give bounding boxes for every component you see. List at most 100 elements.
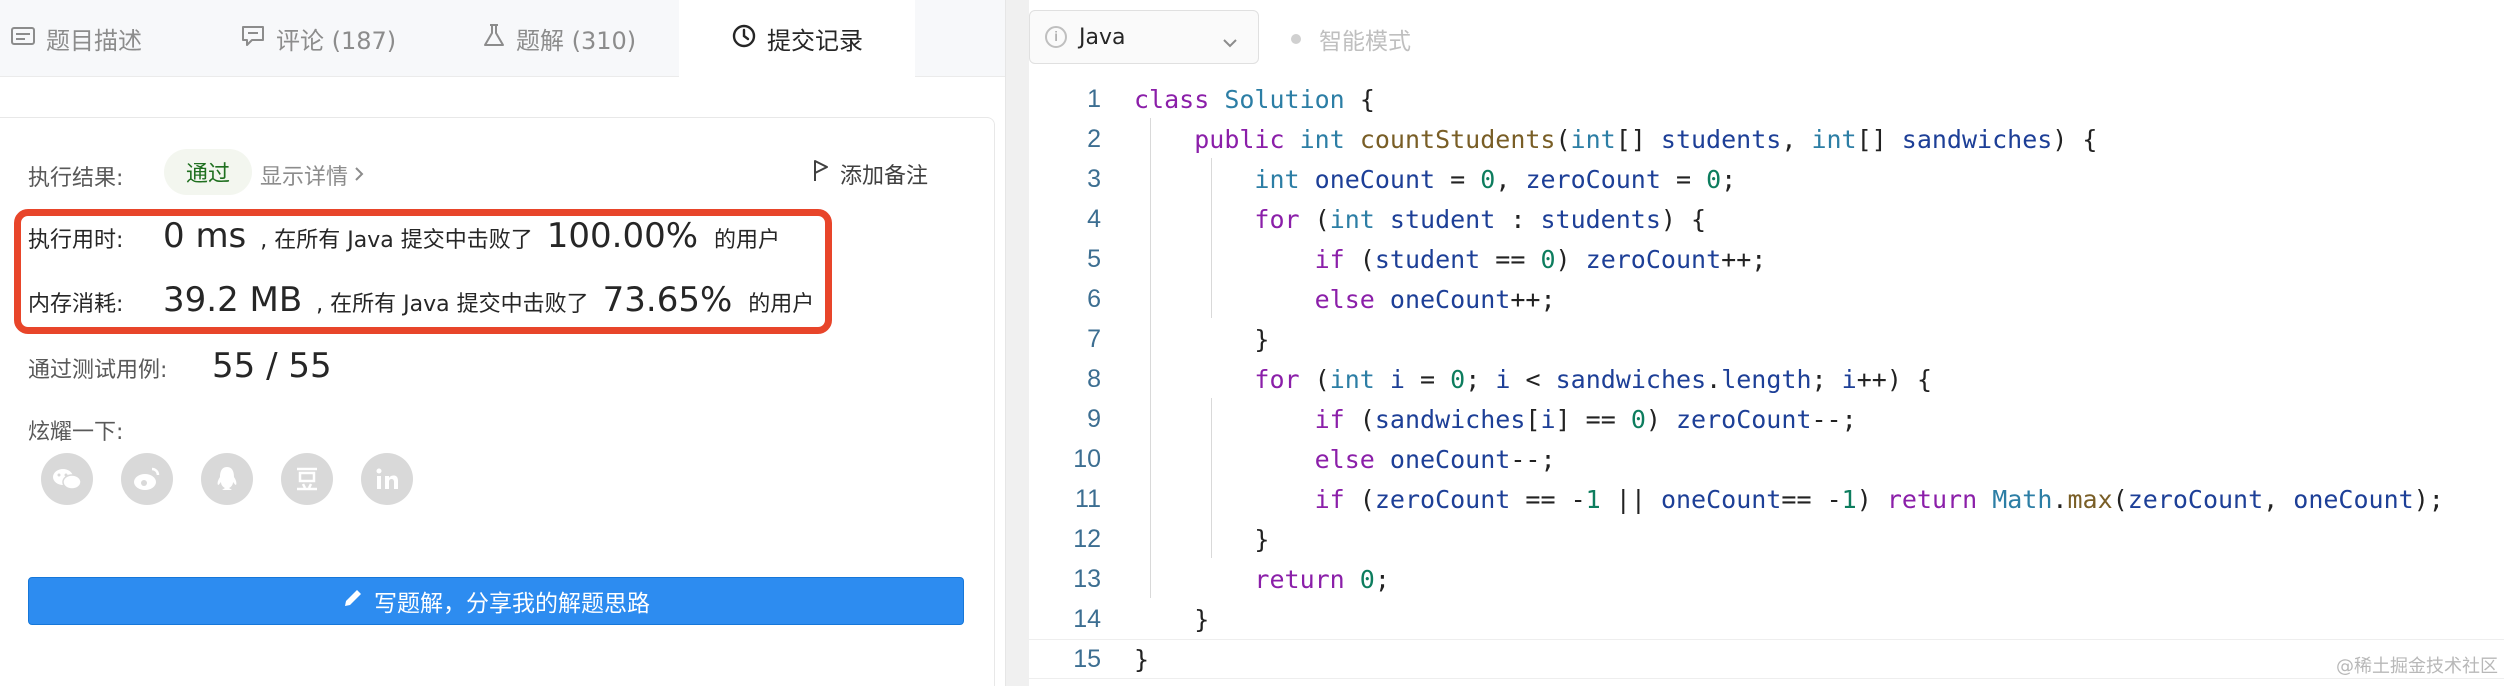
code-line: 11 if (zeroCount == -1 || oneCount== -1)… (1029, 479, 2504, 519)
share-label: 炫耀一下: (28, 420, 124, 445)
flask-icon (482, 23, 516, 55)
info-icon: i (1045, 26, 1067, 48)
wechat-icon[interactable] (41, 453, 93, 505)
code-line: 14 } (1029, 599, 2504, 639)
tests-label: 通过测试用例: (28, 358, 168, 383)
code-text: } (1254, 324, 1270, 354)
tab-comments[interactable]: 评论 (187) (240, 0, 396, 77)
code-line: 9 if (sandwiches[i] == 0) zeroCount--; (1029, 399, 2504, 439)
memory-value: 39.2 MB (163, 280, 303, 320)
code-text: } (1254, 524, 1270, 554)
weibo-icon[interactable] (121, 453, 173, 505)
code-line: 8 for (int i = 0; i < sandwiches.length;… (1029, 359, 2504, 399)
line-number: 14 (1073, 604, 1101, 633)
tab-bar: 题目描述 评论 (187) 题解 (310) 提交记录 (0, 0, 1005, 78)
details-link-label: 显示详情 (260, 165, 349, 190)
code-text: } (1134, 644, 1150, 674)
write-solution-button[interactable]: 写题解，分享我的解题思路 (28, 577, 964, 625)
code-line: 7 } (1029, 319, 2504, 359)
indent-guide (1150, 118, 1151, 598)
code-line: 4 for (int student : students) { (1029, 199, 2504, 239)
tab-label: 题解 (310) (516, 27, 637, 55)
code-text: public int countStudents(int[] students,… (1194, 124, 2098, 154)
code-area[interactable]: 1 class Solution { 2 public int countStude… (1029, 78, 2504, 686)
runtime-label: 执行用时: (28, 228, 124, 253)
line-number: 11 (1075, 484, 1101, 513)
code-text: if (sandwiches[i] == 0) zeroCount--; (1314, 404, 1857, 434)
code-text: if (student == 0) zeroCount++; (1314, 244, 1767, 274)
memory-label: 内存消耗: (28, 292, 124, 317)
tab-label: 评论 (187) (276, 27, 397, 55)
indent-guide (1211, 398, 1212, 558)
line-number: 6 (1087, 284, 1101, 313)
flag-icon (812, 159, 840, 189)
runtime-text: , 在所有 Java 提交中击败了 (260, 228, 533, 253)
memory-percent: 73.65% (602, 280, 733, 320)
tests-value: 55 / 55 (212, 346, 332, 386)
runtime-percent: 100.00% (546, 216, 699, 256)
add-note-button[interactable]: 添加备注 (812, 158, 928, 190)
line-number: 9 (1087, 404, 1101, 433)
line-number: 5 (1087, 244, 1101, 273)
share-icons (41, 453, 441, 505)
line-number: 1 (1087, 84, 1101, 113)
tab-label: 题目描述 (46, 27, 142, 55)
chevron-down-icon (1222, 29, 1238, 54)
runtime-suffix: 的用户 (714, 228, 781, 253)
code-line: 2 public int countStudents(int[] student… (1029, 119, 2504, 159)
tab-submissions[interactable]: 提交记录 (679, 0, 915, 78)
write-solution-label: 写题解，分享我的解题思路 (374, 591, 650, 617)
qq-icon[interactable] (201, 453, 253, 505)
runtime-row: 执行用时: 0 ms , 在所有 Java 提交中击败了 100.00% 的用户 (28, 216, 794, 256)
tests-row: 通过测试用例: 55 / 55 (28, 346, 332, 386)
show-details-link[interactable]: 显示详情 (260, 159, 364, 191)
line-number: 15 (1073, 644, 1101, 673)
runtime-value: 0 ms (163, 216, 247, 256)
code-line: 3 int oneCount = 0, zeroCount = 0; (1029, 159, 2504, 199)
code-text: } (1194, 604, 1210, 634)
linkedin-icon[interactable] (361, 453, 413, 505)
status-dot-icon (1291, 34, 1301, 44)
panel-resize-handle[interactable] (1005, 0, 1029, 686)
tab-solutions[interactable]: 题解 (310) (482, 0, 636, 77)
language-value: Java (1079, 24, 1126, 50)
memory-text: , 在所有 Java 提交中击败了 (316, 292, 589, 317)
code-line: 1 class Solution { (1029, 79, 2504, 119)
code-line: 15} (1029, 639, 2504, 679)
line-number: 8 (1087, 364, 1101, 393)
comment-icon (240, 24, 276, 54)
code-editor-panel: i Java 智能模式 1 class Solution { 2 public in… (1029, 0, 2504, 686)
pencil-icon (342, 587, 374, 615)
chevron-right-icon (354, 163, 364, 188)
clock-icon (731, 23, 767, 55)
line-number: 3 (1087, 164, 1101, 193)
code-text: for (int student : students) { (1254, 204, 1707, 234)
code-line: 12 } (1029, 519, 2504, 559)
line-number: 2 (1087, 124, 1101, 153)
language-select[interactable]: i Java (1029, 10, 1259, 64)
code-text: class Solution { (1134, 84, 1375, 114)
code-line: 13 return 0; (1029, 559, 2504, 599)
smart-mode-label: 智能模式 (1319, 29, 1411, 55)
code-line: 10 else oneCount--; (1029, 439, 2504, 479)
code-line: 6 else oneCount++; (1029, 279, 2504, 319)
code-text: return 0; (1254, 564, 1390, 594)
tab-label: 提交记录 (767, 27, 863, 55)
result-label: 执行结果: (28, 166, 124, 191)
line-number: 13 (1073, 564, 1101, 593)
tab-description[interactable]: 题目描述 (10, 0, 142, 77)
code-line: 5 if (student == 0) zeroCount++; (1029, 239, 2504, 279)
code-text: if (zeroCount == -1 || oneCount== -1) re… (1314, 484, 2444, 514)
memory-suffix: 的用户 (748, 292, 815, 317)
code-text: else oneCount--; (1314, 444, 1556, 474)
line-number: 4 (1087, 204, 1101, 233)
smart-mode-toggle[interactable]: 智能模式 (1291, 22, 1411, 56)
code-text: else oneCount++; (1314, 284, 1556, 314)
line-number: 12 (1073, 524, 1101, 553)
douban-icon[interactable] (281, 453, 333, 505)
code-text: for (int i = 0; i < sandwiches.length; i… (1254, 364, 1932, 394)
code-text: int oneCount = 0, zeroCount = 0; (1254, 164, 1737, 194)
left-panel: 题目描述 评论 (187) 题解 (310) 提交记录 执行结果: 通过 显示详… (0, 0, 1005, 686)
line-number: 10 (1073, 444, 1101, 473)
watermark: @稀土掘金技术社区 (2336, 656, 2498, 677)
